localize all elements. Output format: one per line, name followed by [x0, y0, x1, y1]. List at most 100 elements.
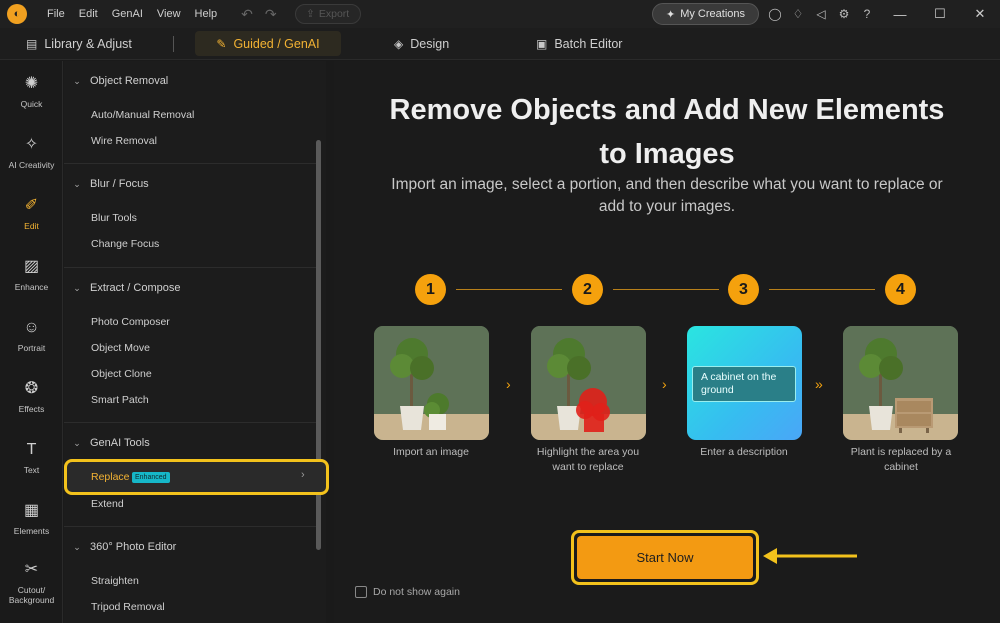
section-extract-compose[interactable]: ⌄ Extract / Compose: [64, 282, 316, 294]
help-icon[interactable]: ?: [858, 5, 876, 23]
chevron-right-icon: ›: [301, 469, 305, 481]
settings-icon[interactable]: ⚙: [835, 5, 853, 23]
elements-icon: ▦: [23, 502, 40, 519]
section-title: GenAI Tools: [90, 437, 150, 449]
ai-creativity-icon: ✧: [24, 136, 39, 153]
app-logo-icon: ◐: [7, 4, 27, 24]
my-creations-label: My Creations: [680, 8, 745, 20]
checkbox-icon[interactable]: [355, 586, 367, 598]
pointer-arrow-icon: [763, 548, 857, 564]
tool-tripod-removal[interactable]: Tripod Removal: [91, 601, 165, 613]
titlebar-icons: ◯ ♢ ◁ ⚙ ?: [766, 5, 881, 23]
tool-auto-manual-removal[interactable]: Auto/Manual Removal: [91, 109, 194, 121]
page-title: Remove Objects and Add New Elements to I…: [337, 88, 997, 176]
menu-view[interactable]: View: [157, 8, 181, 20]
tab-divider: [173, 36, 174, 52]
tab-library-adjust[interactable]: ▤ Library & Adjust: [26, 31, 132, 56]
divider: [64, 163, 316, 164]
section-360-photo-editor[interactable]: ⌄ 360° Photo Editor: [64, 541, 316, 553]
rail-label: AI Creativity: [8, 160, 55, 170]
menu-genai[interactable]: GenAI: [112, 8, 143, 20]
rail-label: Quick: [20, 99, 43, 109]
section-title: Blur / Focus: [90, 178, 149, 190]
redo-icon[interactable]: ↷: [265, 6, 277, 22]
rail-edit[interactable]: ✐ Edit: [0, 195, 63, 232]
tab-batch-editor[interactable]: ▣ Batch Editor: [536, 31, 622, 56]
tool-wire-removal[interactable]: Wire Removal: [91, 135, 157, 147]
menu-file[interactable]: File: [47, 8, 65, 20]
tab-guided-genai[interactable]: ✎ Guided / GenAI: [195, 31, 341, 56]
chevron-down-icon: ⌄: [73, 437, 81, 448]
step-image-highlighted: [531, 326, 646, 440]
menu-help[interactable]: Help: [195, 8, 218, 20]
rail-portrait[interactable]: ☺ Portrait: [0, 317, 63, 354]
library-icon: ▤: [26, 36, 38, 51]
tools-panel: ⌄ Object Removal Auto/Manual Removal Wir…: [64, 61, 326, 623]
notification-icon[interactable]: ♢: [789, 5, 807, 23]
chevron-down-icon: ⌄: [73, 75, 81, 86]
close-icon[interactable]: ✕: [960, 0, 1000, 28]
tool-replace[interactable]: Replace: [91, 471, 130, 483]
tab-bar: ▤ Library & Adjust ✎ Guided / GenAI ◈ De…: [0, 28, 1000, 60]
edit-icon: ✐: [24, 197, 39, 214]
minimize-icon[interactable]: —: [880, 0, 920, 28]
my-creations-button[interactable]: ✦ My Creations: [652, 3, 759, 25]
step-number-2: 2: [572, 274, 603, 305]
rail-cutout-background[interactable]: ✂ Cutout/ Background: [0, 559, 63, 606]
megaphone-icon[interactable]: ◁: [812, 5, 830, 23]
tab-label: Library & Adjust: [44, 36, 132, 51]
rail-quick[interactable]: ✺ Quick: [0, 73, 63, 110]
step-description-card: A cabinet on the ground: [687, 326, 802, 440]
app-window: ◐ File Edit GenAI View Help ↶ ↷ ⇪ Export …: [0, 0, 1000, 623]
section-title: 360° Photo Editor: [90, 541, 177, 553]
account-icon[interactable]: ◯: [766, 5, 784, 23]
tool-change-focus[interactable]: Change Focus: [91, 238, 159, 250]
tool-photo-composer[interactable]: Photo Composer: [91, 316, 170, 328]
title-line: to Images: [599, 138, 735, 170]
tool-blur-tools[interactable]: Blur Tools: [91, 212, 137, 224]
do-not-show-again-checkbox[interactable]: Do not show again: [355, 586, 460, 598]
step-connector: [456, 289, 562, 290]
section-blur-focus[interactable]: ⌄ Blur / Focus: [64, 178, 316, 190]
rail-ai-creativity[interactable]: ✧ AI Creativity: [0, 134, 63, 171]
chevron-right-icon: ›: [662, 376, 667, 392]
divider: [64, 526, 316, 527]
export-button[interactable]: ⇪ Export: [294, 4, 361, 24]
enhanced-badge: Enhanced: [132, 472, 170, 483]
tool-object-move[interactable]: Object Move: [91, 342, 150, 354]
section-object-removal[interactable]: ⌄ Object Removal: [64, 75, 316, 87]
tool-object-clone[interactable]: Object Clone: [91, 368, 152, 380]
subtitle-line: add to your images.: [598, 198, 736, 215]
undo-icon[interactable]: ↶: [241, 6, 253, 22]
step-caption-1: Import an image: [393, 446, 469, 458]
menu-edit[interactable]: Edit: [79, 8, 98, 20]
step-caption-2: Highlight the area you want to replace: [536, 446, 640, 473]
tool-straighten[interactable]: Straighten: [91, 575, 139, 587]
tool-smart-patch[interactable]: Smart Patch: [91, 394, 149, 406]
rail-elements[interactable]: ▦ Elements: [0, 500, 63, 537]
text-icon: T: [26, 441, 37, 458]
quick-icon: ✺: [24, 75, 39, 92]
do-not-show-label: Do not show again: [373, 586, 460, 598]
tab-label: Batch Editor: [554, 36, 623, 51]
cutout-icon: ✂: [24, 561, 39, 578]
description-example: A cabinet on the ground: [692, 366, 796, 402]
tool-extend[interactable]: Extend: [91, 498, 124, 510]
rail-enhance[interactable]: ▨ Enhance: [0, 256, 63, 293]
title-bar: ◐ File Edit GenAI View Help ↶ ↷ ⇪ Export …: [0, 0, 1000, 28]
start-now-button[interactable]: Start Now: [577, 536, 753, 579]
maximize-icon[interactable]: ☐: [920, 0, 960, 28]
left-rail: ✺ Quick ✧ AI Creativity ✐ Edit ▨ Enhance…: [0, 61, 63, 623]
chevron-down-icon: ⌄: [73, 282, 81, 293]
rail-text[interactable]: T Text: [0, 439, 63, 476]
step-number-1: 1: [415, 274, 446, 305]
rail-effects[interactable]: ❂ Effects: [0, 378, 63, 415]
enhance-icon: ▨: [23, 258, 40, 275]
section-genai-tools[interactable]: ⌄ GenAI Tools: [64, 437, 316, 449]
step-image-original: [374, 326, 489, 440]
sparkle-icon: ✦: [665, 8, 676, 21]
step-number-4: 4: [885, 274, 916, 305]
tab-design[interactable]: ◈ Design: [394, 31, 449, 56]
subtitle-line: Import an image, select a portion, and t…: [391, 176, 943, 193]
window-controls: — ☐ ✕: [880, 0, 1000, 28]
